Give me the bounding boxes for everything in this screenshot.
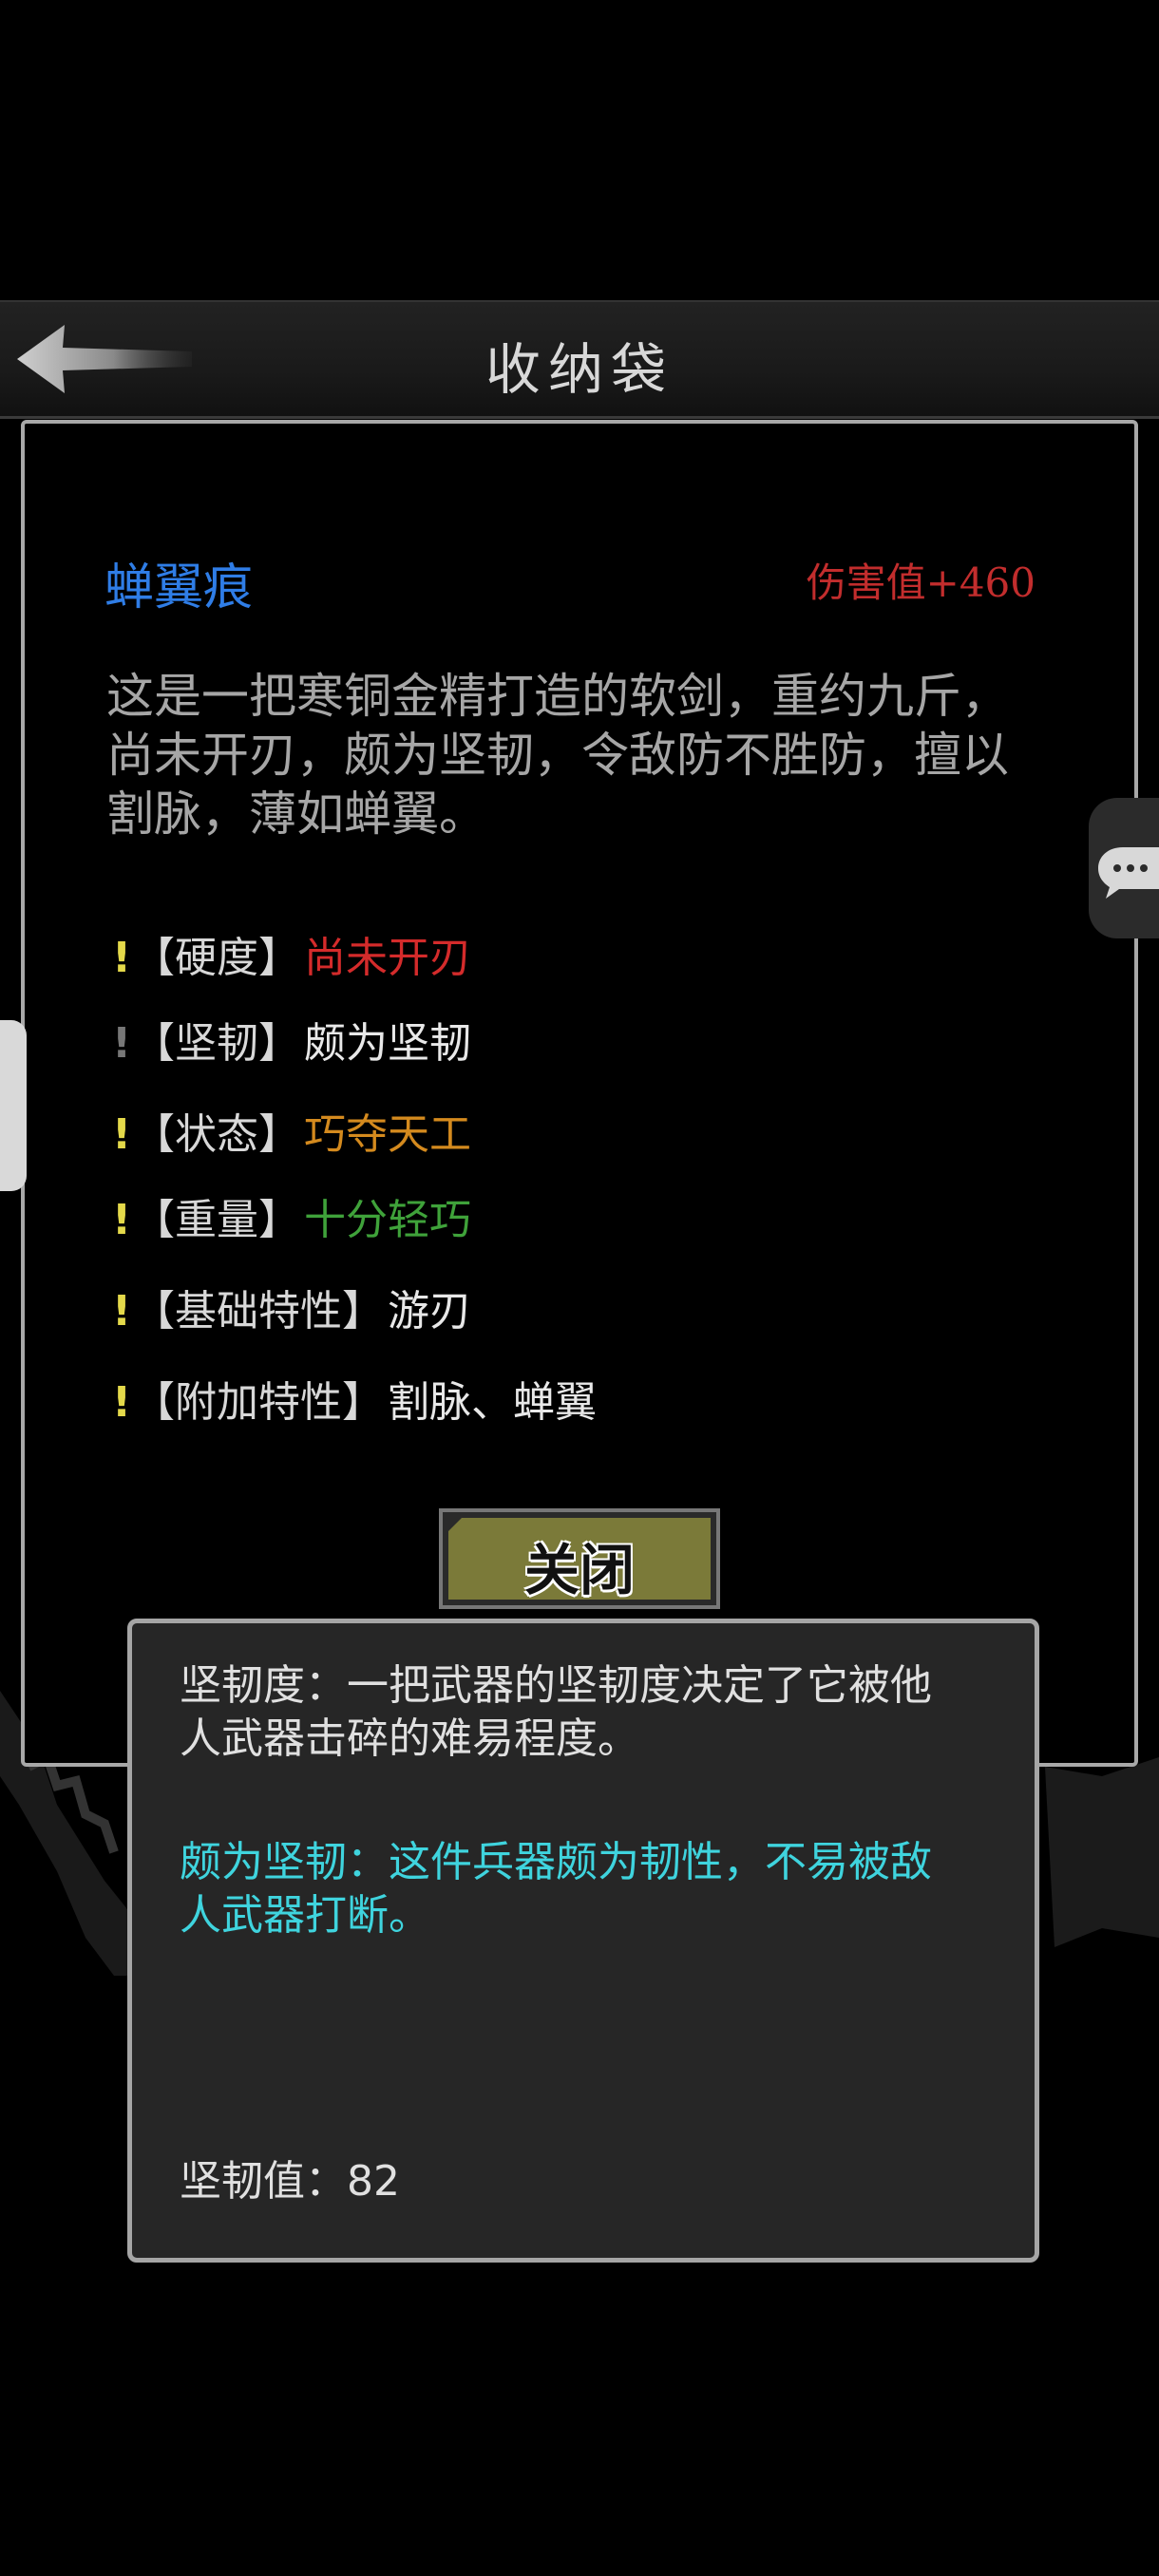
- exclamation-icon: !: [112, 1196, 132, 1244]
- title-bar: 收纳袋: [0, 300, 1159, 419]
- attribute-value: 游刃: [388, 1287, 471, 1335]
- exclamation-icon: !: [112, 934, 132, 982]
- attribute-value: 颇为坚韧: [304, 1019, 471, 1068]
- floating-chat-button[interactable]: [1089, 798, 1159, 938]
- chat-bubble-icon: [1098, 847, 1159, 899]
- tooltip-definition: 坚韧度：一把武器的坚韧度决定了它被他 人武器击碎的难易程度。: [180, 1661, 932, 1763]
- attribute-hardness[interactable]: !【硬度】尚未开刃: [112, 925, 471, 992]
- damage-value: 伤害值+460: [806, 559, 1036, 606]
- attribute-key: 【状态】: [133, 1110, 300, 1159]
- exclamation-icon: !: [112, 1287, 132, 1335]
- attribute-key: 【重量】: [133, 1196, 300, 1244]
- attribute-base-trait[interactable]: !【基础特性】游刃: [112, 1279, 471, 1345]
- side-drawer-handle[interactable]: [0, 1020, 27, 1191]
- attribute-value: 十分轻巧: [304, 1196, 471, 1244]
- tooltip-effect: 颇为坚韧：这件兵器颇为韧性，不易被敌 人武器打断。: [180, 1838, 932, 1940]
- weapon-name: 蝉翼痕: [104, 559, 254, 616]
- attribute-extra-trait[interactable]: !【附加特性】割脉、蝉翼: [112, 1370, 597, 1436]
- item-detail-panel: 蝉翼痕 伤害值+460 这是一把寒铜金精打造的软剑，重约九斤， 尚未开刃，颇为坚…: [21, 420, 1138, 1767]
- exclamation-icon: !: [112, 1378, 132, 1427]
- weapon-description: 这是一把寒铜金精打造的软剑，重约九斤， 尚未开刃，颇为坚韧，令敌防不胜防，擅以 …: [106, 669, 1009, 842]
- attribute-value: 尚未开刃: [304, 934, 471, 982]
- close-button[interactable]: 关闭: [439, 1508, 720, 1609]
- attribute-key: 【坚韧】: [133, 1019, 300, 1068]
- close-button-label: 关闭: [523, 1538, 635, 1602]
- inventory-page: 收纳袋 蝉翼痕 伤害值+460 这是一把寒铜金精打造的软剑，重约九斤， 尚未开刃…: [0, 0, 1159, 2576]
- attribute-weight[interactable]: !【重量】十分轻巧: [112, 1187, 471, 1254]
- attribute-key: 【硬度】: [133, 934, 300, 982]
- attribute-condition[interactable]: !【状态】巧夺天工: [112, 1102, 471, 1168]
- attribute-key: 【基础特性】: [133, 1287, 384, 1335]
- exclamation-icon: !: [112, 1110, 132, 1159]
- page-title: 收纳袋: [484, 337, 674, 402]
- attribute-key: 【附加特性】: [133, 1378, 384, 1427]
- attribute-toughness[interactable]: !【坚韧】颇为坚韧: [112, 1011, 471, 1077]
- exclamation-icon: !: [112, 1019, 132, 1068]
- attribute-value: 割脉、蝉翼: [388, 1378, 597, 1427]
- toughness-tooltip: 坚韧度：一把武器的坚韧度决定了它被他 人武器击碎的难易程度。 颇为坚韧：这件兵器…: [127, 1619, 1039, 2263]
- tooltip-value: 坚韧值：82: [180, 2157, 400, 2206]
- attribute-value: 巧夺天工: [304, 1110, 471, 1159]
